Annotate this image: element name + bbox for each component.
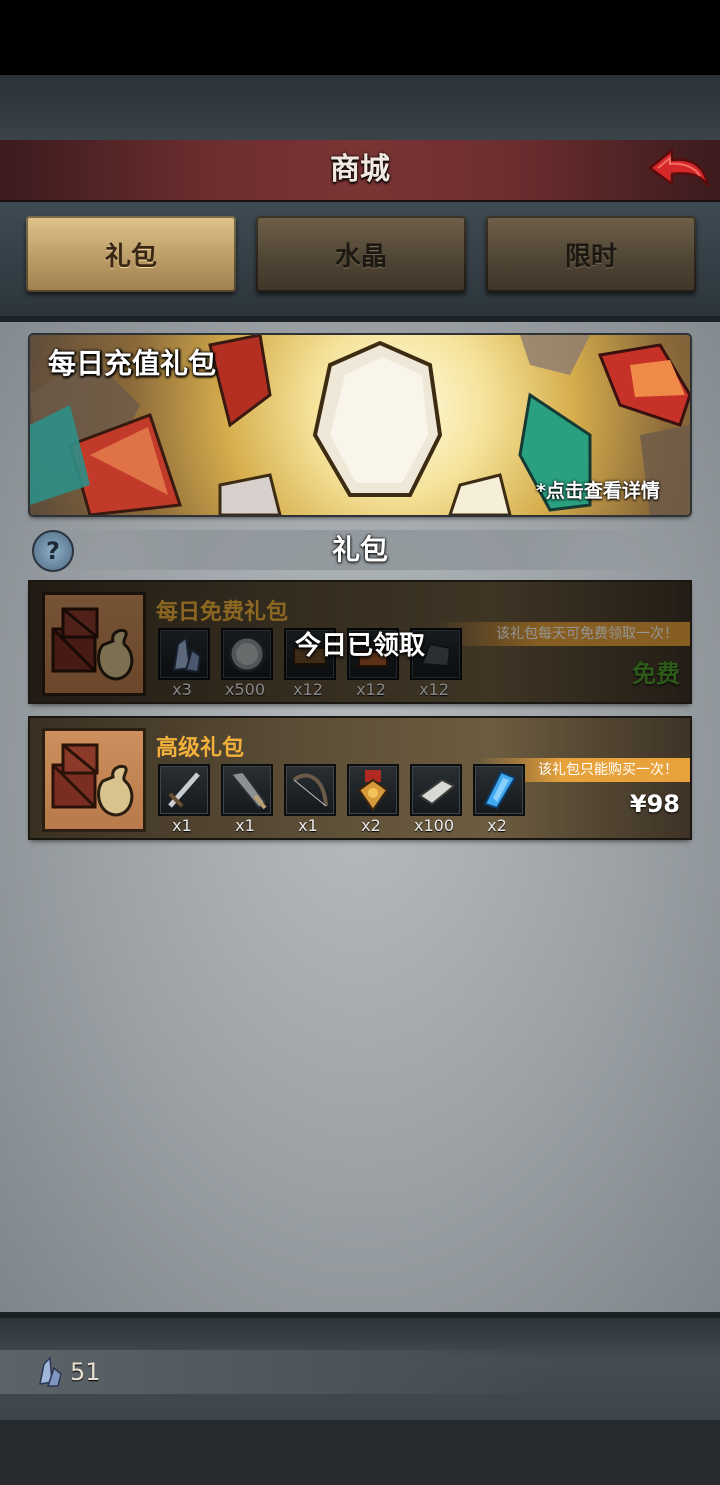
banner-details-link[interactable]: *点击查看详情 [536, 476, 660, 503]
back-button[interactable] [648, 146, 710, 194]
bottom-system-area [0, 1420, 720, 1485]
help-button[interactable]: ? [32, 530, 74, 572]
pack-card-daily-free[interactable]: 每日免费礼包 该礼包每天可免费领取一次！ x3 x500 x12 x12 x12… [30, 582, 690, 702]
metal-bar-icon [418, 778, 456, 806]
pack-price[interactable]: ¥98 [630, 790, 680, 818]
claimed-status-label: 今日已领取 [294, 631, 425, 661]
tab-packs[interactable]: 礼包 [26, 216, 236, 292]
item-quantity: x100 [413, 816, 454, 835]
section-title: 礼包 [331, 533, 388, 566]
item-slot[interactable] [284, 764, 336, 816]
item-quantity: x1 [235, 816, 255, 835]
item-quantity: x1 [172, 816, 192, 835]
sword-icon [168, 772, 200, 808]
pack-card-premium[interactable]: 高级礼包 该礼包只能购买一次！ x1 x1 x1 x2 x100 x2 ¥98 [30, 718, 690, 838]
item-slot[interactable] [473, 764, 525, 816]
page-title: 商城 [330, 152, 390, 187]
header-backdrop [0, 75, 720, 140]
item-quantity: x2 [361, 816, 381, 835]
banner-title: 每日充值礼包 [48, 347, 217, 380]
crystal-icon [34, 1356, 64, 1388]
currency-amount: 51 [70, 1358, 101, 1386]
item-slot[interactable] [221, 764, 273, 816]
medal-icon [357, 770, 389, 812]
greatsword-icon [229, 770, 267, 810]
item-quantity: x1 [298, 816, 318, 835]
bow-icon [292, 773, 328, 807]
crates-and-sack-icon [51, 743, 134, 817]
back-arrow-icon [648, 148, 710, 188]
blue-crystal-icon [483, 770, 517, 810]
item-quantity: x2 [487, 816, 507, 835]
tab-crystals[interactable]: 水晶 [256, 216, 466, 292]
status-bar-area [0, 0, 720, 75]
item-slot[interactable] [158, 764, 210, 816]
pack-image [42, 728, 146, 832]
pack-title: 高级礼包 [156, 736, 245, 761]
item-slot[interactable] [347, 764, 399, 816]
item-slot[interactable] [410, 764, 462, 816]
tab-limited[interactable]: 限时 [486, 216, 696, 292]
